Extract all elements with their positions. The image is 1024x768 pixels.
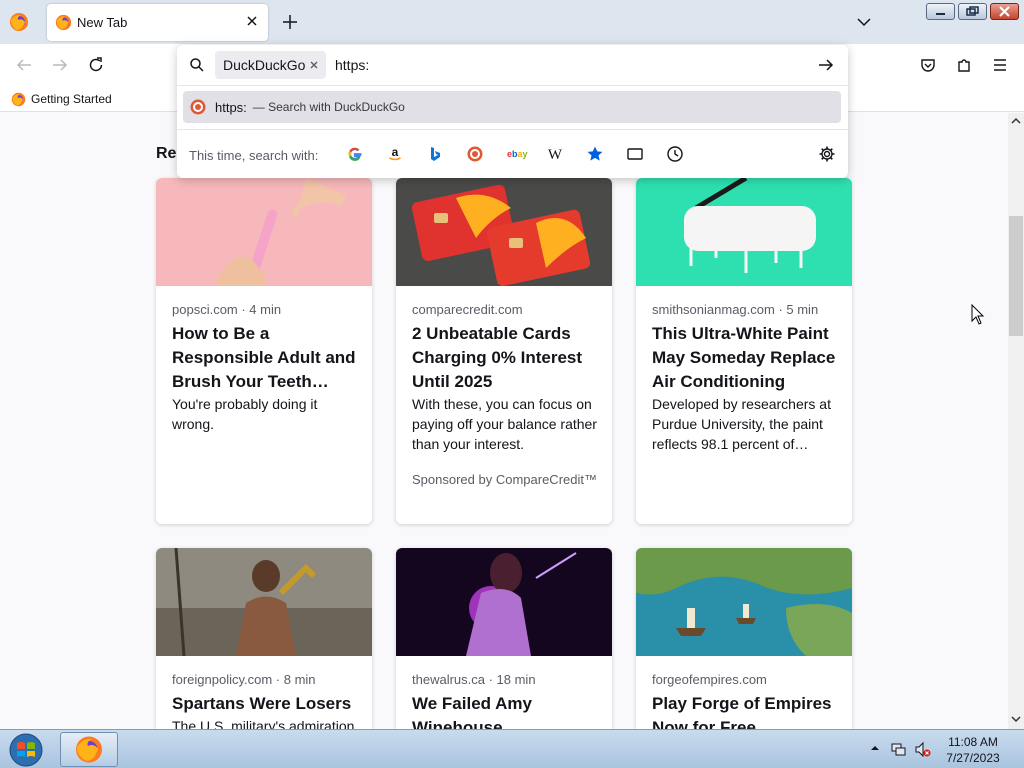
- divider: [177, 85, 848, 86]
- volume-muted-icon[interactable]: [914, 741, 931, 758]
- suggestion-text: https:: [215, 99, 247, 115]
- window-minimize-button[interactable]: [926, 3, 955, 20]
- go-arrow-icon[interactable]: [817, 56, 835, 74]
- section-title: Re: [156, 145, 177, 162]
- close-icon: [999, 6, 1010, 17]
- wikipedia-icon[interactable]: W: [546, 145, 564, 163]
- oneoff-label: This time, search with:: [189, 148, 319, 163]
- network-icon[interactable]: [890, 741, 907, 758]
- pocket-icon[interactable]: [919, 56, 937, 74]
- harbor-game-thumbnail: [636, 548, 852, 656]
- ebay-icon[interactable]: ebay: [506, 145, 528, 163]
- story-source: forgeofempires.com: [652, 672, 767, 687]
- mouse-pointer-icon: [971, 304, 985, 325]
- svg-text:ebay: ebay: [507, 149, 528, 159]
- firefox-icon: [11, 92, 26, 106]
- story-excerpt: With these, you can focus on paying off …: [412, 396, 597, 452]
- story-source: thewalrus.ca · 18 min: [412, 672, 536, 687]
- concert-thumbnail: [396, 548, 612, 656]
- taskbar-firefox-button[interactable]: [60, 732, 118, 767]
- story-source: popsci.com · 4 min: [172, 302, 282, 317]
- search-suggestion-row[interactable]: https: — Search with DuckDuckGo: [183, 91, 841, 123]
- story-excerpt: Developed by researchers at Purdue Unive…: [652, 396, 831, 452]
- paint-roller-thumbnail: [636, 178, 852, 286]
- extensions-icon[interactable]: [955, 56, 973, 74]
- duckduckgo-icon: [190, 99, 206, 115]
- story-headline: Play Forge of Empires Now for Free: [652, 694, 832, 729]
- divider: [177, 129, 848, 130]
- story-card[interactable]: comparecredit.com 2 Unbeatable Cards Cha…: [396, 178, 612, 524]
- bookmark-getting-started[interactable]: Getting Started: [11, 91, 112, 107]
- story-card[interactable]: smithsonianmag.com · 5 min This Ultra-Wh…: [636, 178, 852, 524]
- restore-icon: [966, 6, 979, 16]
- close-icon[interactable]: [307, 58, 321, 72]
- google-icon[interactable]: [346, 145, 364, 163]
- clock-time: 11:08 AM: [948, 735, 998, 749]
- bookmarks-star-icon[interactable]: [586, 145, 604, 163]
- window-close-button[interactable]: [990, 3, 1019, 20]
- story-card[interactable]: foreignpolicy.com · 8 min Spartans Were …: [156, 548, 372, 729]
- scroll-up-arrow-icon[interactable]: [1011, 116, 1021, 126]
- urlbar-input[interactable]: [335, 55, 795, 75]
- spartan-race-thumbnail: [156, 548, 372, 656]
- story-excerpt: You're probably doing it wrong.: [172, 396, 318, 432]
- minimize-icon: [936, 13, 945, 15]
- duckduckgo-icon[interactable]: [466, 145, 484, 163]
- forward-arrow-icon[interactable]: [51, 56, 69, 74]
- search-engine-label: DuckDuckGo: [223, 57, 306, 73]
- story-card[interactable]: thewalrus.ca · 18 min We Failed Amy Wine…: [396, 548, 612, 729]
- credit-cards-thumbnail: [396, 178, 612, 286]
- reload-icon[interactable]: [87, 56, 105, 74]
- scroll-down-arrow-icon[interactable]: [1011, 714, 1021, 724]
- story-source: foreignpolicy.com · 8 min: [172, 672, 316, 687]
- story-headline: Spartans Were Losers: [172, 694, 352, 713]
- amazon-icon[interactable]: a: [386, 145, 404, 163]
- svg-text:W: W: [548, 147, 563, 162]
- toothbrush-thumbnail: [156, 178, 372, 286]
- story-card[interactable]: popsci.com · 4 min How to Be a Responsib…: [156, 178, 372, 524]
- bing-icon[interactable]: [426, 145, 444, 163]
- tray-expand-arrow-icon[interactable]: [870, 743, 880, 753]
- story-excerpt: The U.S. military's admiration: [172, 718, 355, 729]
- suggestion-action: — Search with DuckDuckGo: [252, 100, 405, 114]
- story-source: comparecredit.com: [412, 302, 523, 317]
- new-tab-page: Re popsci.com · 4 min How to Be a Respon…: [0, 113, 1008, 729]
- urlbar-dropdown: DuckDuckGo https: — Search with DuckDuck…: [177, 45, 848, 178]
- system-clock[interactable]: 11:08 AM 7/27/2023: [940, 734, 1006, 766]
- scrollbar-thumb[interactable]: [1009, 216, 1023, 336]
- taskbar: 11:08 AM 7/27/2023: [0, 729, 1024, 768]
- window-restore-button[interactable]: [958, 3, 987, 20]
- firefox-icon[interactable]: [9, 12, 29, 32]
- history-icon[interactable]: [666, 145, 684, 163]
- tab-new-tab[interactable]: New Tab: [47, 4, 268, 41]
- windows-start-icon[interactable]: [6, 732, 46, 768]
- search-icon: [190, 58, 204, 72]
- hamburger-menu-icon[interactable]: [991, 56, 1009, 74]
- story-card[interactable]: forgeofempires.com Play Forge of Empires…: [636, 548, 852, 729]
- search-mode-chip: DuckDuckGo: [215, 51, 326, 79]
- story-source: smithsonianmag.com · 5 min: [652, 302, 819, 317]
- back-arrow-icon[interactable]: [15, 56, 33, 74]
- tabs-icon[interactable]: [626, 145, 644, 163]
- sponsor-label: Sponsored by CompareCredit™: [412, 472, 597, 487]
- tab-strip: New Tab: [0, 0, 1024, 44]
- bookmark-label: Getting Started: [31, 92, 112, 106]
- story-headline: 2 Unbeatable Cards Charging 0% Interest …: [412, 324, 583, 391]
- story-headline: This Ultra-White Paint May Someday Repla…: [652, 324, 836, 391]
- story-headline: We Failed Amy Winehouse: [412, 694, 532, 729]
- close-tab-icon[interactable]: [244, 13, 260, 29]
- svg-text:a: a: [392, 146, 399, 159]
- gear-icon[interactable]: [818, 145, 836, 163]
- vertical-scrollbar[interactable]: [1008, 113, 1024, 729]
- new-tab-plus-icon[interactable]: [280, 12, 300, 32]
- chevron-down-icon[interactable]: [856, 14, 872, 30]
- clock-date: 7/27/2023: [946, 751, 1000, 765]
- tab-title: New Tab: [77, 15, 128, 30]
- firefox-icon: [76, 736, 102, 763]
- story-headline: How to Be a Responsible Adult and Brush …: [172, 324, 356, 391]
- firefox-icon: [55, 14, 72, 31]
